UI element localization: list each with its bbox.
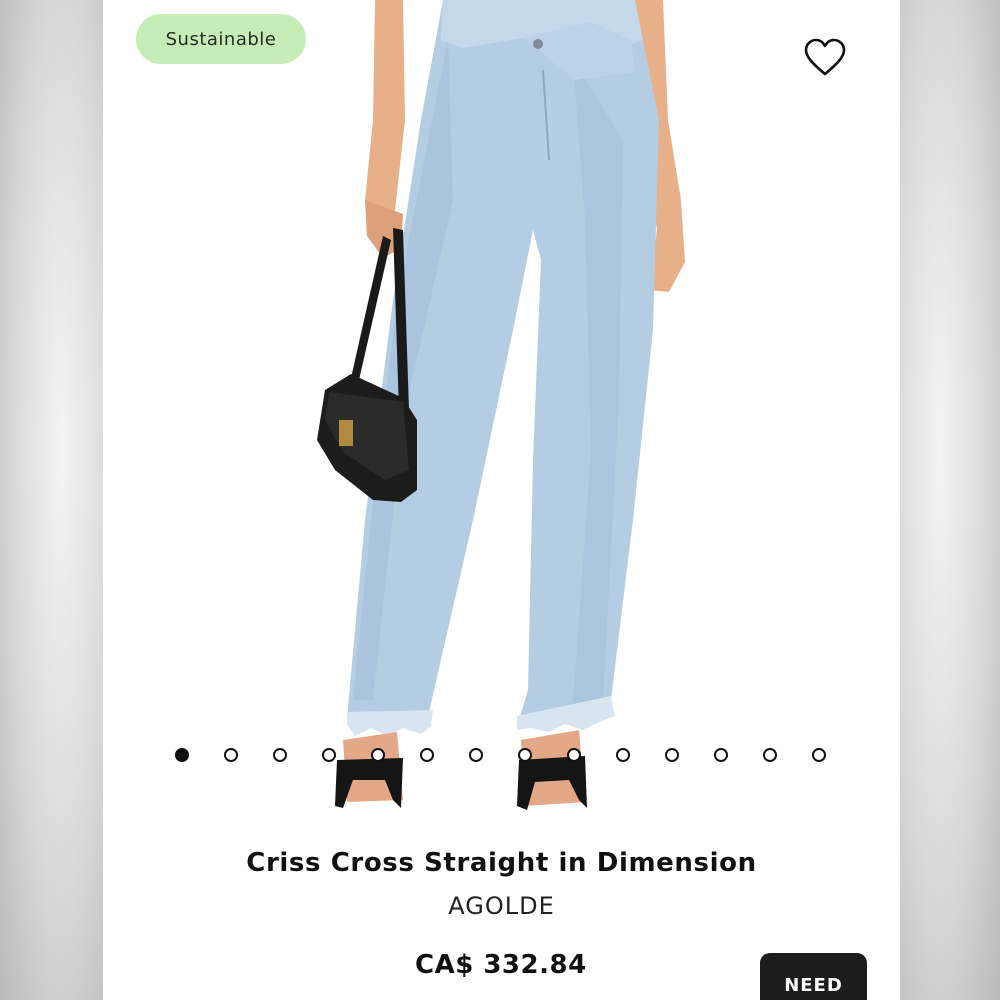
background-right-edge: [900, 0, 1000, 1000]
carousel-dot[interactable]: [322, 748, 336, 762]
favorite-heart-icon[interactable]: [803, 38, 847, 78]
carousel-dot[interactable]: [812, 748, 826, 762]
product-photo[interactable]: [103, 0, 900, 835]
carousel-dot[interactable]: [224, 748, 238, 762]
need-button-label: NEED: [784, 975, 843, 996]
image-carousel-dots: [103, 748, 900, 768]
carousel-dot[interactable]: [175, 748, 189, 762]
carousel-dot[interactable]: [371, 748, 385, 762]
product-title: Criss Cross Straight in Dimension: [246, 848, 757, 878]
carousel-dot[interactable]: [518, 748, 532, 762]
carousel-dot[interactable]: [469, 748, 483, 762]
background-left-edge: [0, 0, 103, 1000]
need-button[interactable]: NEED: [760, 953, 867, 1000]
product-price: CA$ 332.84: [415, 950, 587, 980]
sustainable-badge-label: Sustainable: [165, 28, 277, 50]
sustainable-badge: Sustainable: [136, 14, 306, 64]
carousel-dot[interactable]: [567, 748, 581, 762]
carousel-dot[interactable]: [714, 748, 728, 762]
carousel-dot[interactable]: [420, 748, 434, 762]
carousel-dot[interactable]: [763, 748, 777, 762]
product-brand[interactable]: AGOLDE: [103, 892, 900, 920]
product-card: Sustainable Criss Cross Straight in Dime…: [103, 0, 900, 1000]
carousel-dot[interactable]: [616, 748, 630, 762]
carousel-dot[interactable]: [665, 748, 679, 762]
carousel-dot[interactable]: [273, 748, 287, 762]
